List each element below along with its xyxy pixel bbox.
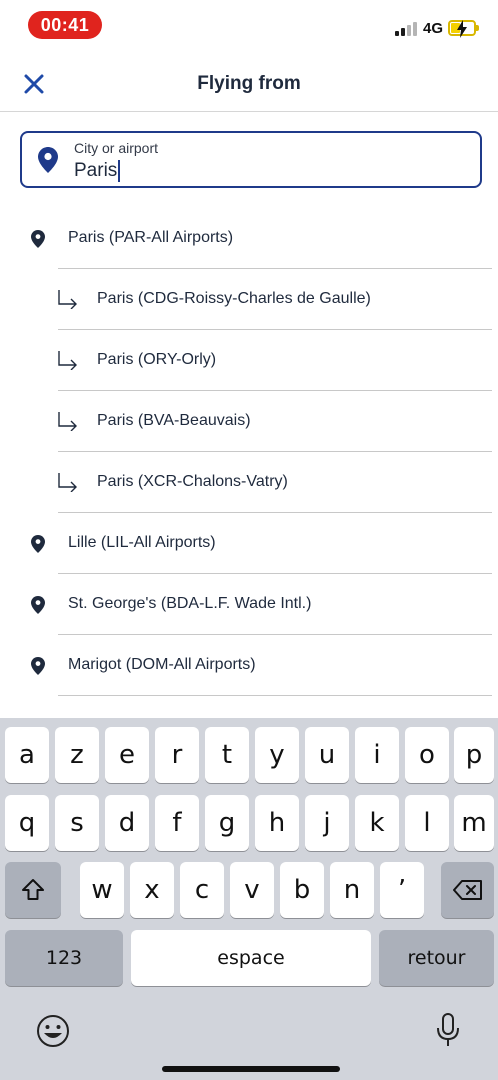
sub-airport-arrow-icon bbox=[58, 351, 77, 370]
key-x[interactable]: x bbox=[130, 862, 174, 918]
battery-charging-icon bbox=[448, 20, 479, 38]
return-key[interactable]: retour bbox=[379, 930, 494, 986]
sub-airport-arrow-icon bbox=[58, 290, 77, 309]
header: Flying from bbox=[0, 56, 498, 112]
result-item[interactable]: Paris (ORY-Orly) bbox=[0, 330, 498, 391]
key-e[interactable]: e bbox=[105, 727, 149, 783]
location-pin-icon bbox=[31, 596, 45, 614]
result-item[interactable]: Paris (BVA-Beauvais) bbox=[0, 391, 498, 452]
search-value[interactable]: Paris bbox=[74, 160, 121, 182]
shift-key[interactable] bbox=[5, 862, 61, 918]
result-label: Marigot (DOM-All Airports) bbox=[68, 656, 256, 673]
result-item[interactable]: St. George's (BDA-L.F. Wade Intl.) bbox=[0, 574, 498, 635]
result-label: St. George's (BDA-L.F. Wade Intl.) bbox=[68, 595, 312, 612]
key-b[interactable]: b bbox=[280, 862, 324, 918]
location-pin-icon bbox=[31, 230, 45, 248]
key-j[interactable]: j bbox=[305, 795, 349, 851]
result-label: Paris (XCR-Chalons-Vatry) bbox=[97, 473, 288, 490]
search-text: Paris bbox=[74, 160, 118, 181]
key-o[interactable]: o bbox=[405, 727, 449, 783]
result-label: Paris (CDG-Roissy-Charles de Gaulle) bbox=[97, 290, 371, 307]
text-cursor bbox=[118, 160, 121, 182]
key-q[interactable]: q bbox=[5, 795, 49, 851]
key-l[interactable]: l bbox=[405, 795, 449, 851]
location-pin-icon bbox=[38, 147, 58, 173]
result-item[interactable]: Paris (XCR-Chalons-Vatry) bbox=[0, 452, 498, 513]
on-screen-keyboard: a z e r t y u i o p q s d f g h j k l m … bbox=[0, 718, 498, 1080]
key-f[interactable]: f bbox=[155, 795, 199, 851]
status-time: 00:41 bbox=[28, 11, 102, 39]
result-item[interactable]: Marigot (DOM-All Airports) bbox=[0, 635, 498, 696]
key-i[interactable]: i bbox=[355, 727, 399, 783]
key-p[interactable]: p bbox=[454, 727, 494, 783]
key-m[interactable]: m bbox=[454, 795, 494, 851]
page-title: Flying from bbox=[197, 73, 301, 94]
key-n[interactable]: n bbox=[330, 862, 374, 918]
key-v[interactable]: v bbox=[230, 862, 274, 918]
delete-key[interactable] bbox=[441, 862, 494, 918]
result-item[interactable]: Lille (LIL-All Airports) bbox=[0, 513, 498, 574]
key-c[interactable]: c bbox=[180, 862, 224, 918]
result-label: Lille (LIL-All Airports) bbox=[68, 534, 216, 551]
location-pin-icon bbox=[31, 657, 45, 675]
result-label: Paris (PAR-All Airports) bbox=[68, 229, 234, 246]
key-a[interactable]: a bbox=[5, 727, 49, 783]
key-s[interactable]: s bbox=[55, 795, 99, 851]
result-label: Paris (ORY-Orly) bbox=[97, 351, 217, 368]
key-h[interactable]: h bbox=[255, 795, 299, 851]
search-label: City or airport bbox=[74, 140, 159, 156]
cellular-signal-icon bbox=[395, 22, 419, 36]
network-type: 4G bbox=[423, 20, 444, 37]
space-key[interactable]: espace bbox=[131, 930, 371, 986]
key-g[interactable]: g bbox=[205, 795, 249, 851]
results-list: Paris (PAR-All Airports) Paris (CDG-Rois… bbox=[0, 208, 498, 718]
key-t[interactable]: t bbox=[205, 727, 249, 783]
result-item[interactable]: Paris (PAR-All Airports) bbox=[0, 208, 498, 269]
key-k[interactable]: k bbox=[355, 795, 399, 851]
key-w[interactable]: w bbox=[80, 862, 124, 918]
search-input[interactable]: City or airport Paris bbox=[20, 131, 482, 188]
emoji-icon[interactable] bbox=[36, 1014, 70, 1048]
key-z[interactable]: z bbox=[55, 727, 99, 783]
key-y[interactable]: y bbox=[255, 727, 299, 783]
home-indicator bbox=[162, 1066, 340, 1072]
key-d[interactable]: d bbox=[105, 795, 149, 851]
status-bar: 00:41 4G bbox=[0, 0, 498, 56]
shift-icon bbox=[22, 879, 44, 900]
backspace-icon bbox=[452, 880, 482, 900]
key-u[interactable]: u bbox=[305, 727, 349, 783]
location-pin-icon bbox=[31, 535, 45, 553]
key-r[interactable]: r bbox=[155, 727, 199, 783]
microphone-icon[interactable] bbox=[436, 1012, 460, 1048]
numbers-key[interactable]: 123 bbox=[5, 930, 123, 986]
sub-airport-arrow-icon bbox=[58, 473, 77, 492]
key-apostrophe[interactable]: ’ bbox=[380, 862, 424, 918]
sub-airport-arrow-icon bbox=[58, 412, 77, 431]
result-item[interactable]: Paris (CDG-Roissy-Charles de Gaulle) bbox=[0, 269, 498, 330]
result-label: Paris (BVA-Beauvais) bbox=[97, 412, 251, 429]
